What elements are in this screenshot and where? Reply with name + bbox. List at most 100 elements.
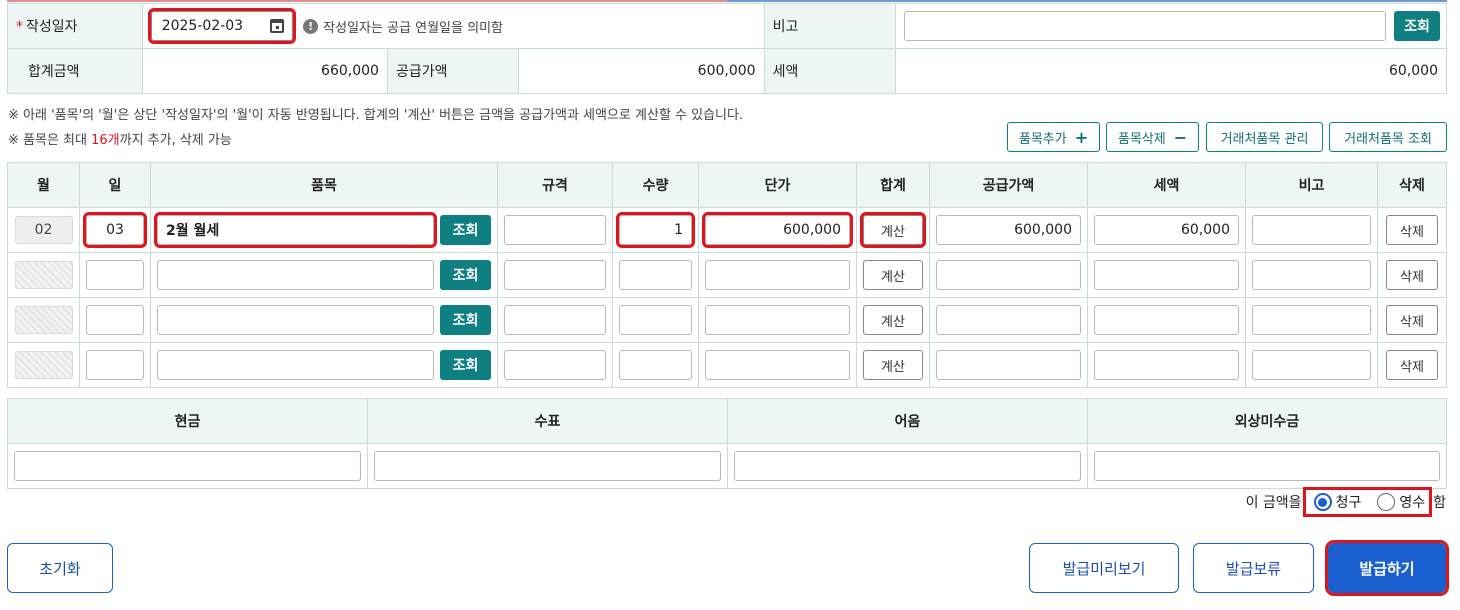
- issue-button[interactable]: 발급하기: [1325, 540, 1449, 596]
- top-rule-right: [727, 0, 1447, 2]
- check-cell: [367, 443, 728, 489]
- info-icon: !: [303, 19, 319, 34]
- calc-cell: 계산: [856, 342, 930, 388]
- note-input[interactable]: [734, 451, 1081, 481]
- calc-cell: 계산: [856, 252, 930, 298]
- item-lookup-button[interactable]: 조회: [440, 305, 491, 335]
- supply-input[interactable]: [936, 350, 1081, 380]
- header-info-table: * 작성일자 2025-02-03 ! 작성일자는 공급 연월일을 의미함 비고 조…: [7, 3, 1447, 94]
- plus-icon: +: [1074, 127, 1089, 147]
- preview-button[interactable]: 발급미리보기: [1029, 543, 1179, 593]
- delete-cell: 삭제: [1377, 297, 1447, 343]
- qty-cell: [612, 342, 699, 388]
- remark-value-cell: 조회: [895, 3, 1447, 49]
- tax-input[interactable]: [1094, 350, 1239, 380]
- tax-input[interactable]: 60,000: [1094, 215, 1239, 245]
- col-receivable: 외상미수금: [1087, 398, 1447, 444]
- spec-input[interactable]: [504, 260, 606, 290]
- remark-input[interactable]: [904, 11, 1386, 41]
- spec-cell: [497, 207, 613, 253]
- claim-radio[interactable]: [1313, 493, 1332, 511]
- calc-cell: 계산: [856, 207, 930, 253]
- spec-cell: [497, 342, 613, 388]
- cash-cell: [7, 443, 368, 489]
- calc-button[interactable]: 계산: [863, 305, 923, 335]
- note-line-2-pre: ※ 품목은 최대: [8, 133, 92, 148]
- unit-price-cell: [698, 297, 857, 343]
- date-input[interactable]: 2025-02-03: [147, 8, 296, 44]
- month-value: [14, 306, 73, 334]
- remark-row-input[interactable]: [1252, 215, 1371, 245]
- remark-row-input[interactable]: [1252, 350, 1371, 380]
- add-item-button[interactable]: 품목추가 +: [1007, 122, 1100, 152]
- item-lookup-button[interactable]: 조회: [440, 260, 491, 290]
- item-lookup-button[interactable]: 조회: [440, 350, 491, 380]
- day-input[interactable]: 03: [83, 212, 147, 248]
- note-line-2-post: 까지 추가, 삭제 가능: [119, 133, 232, 148]
- item-cell: 조회: [150, 252, 498, 298]
- supply-input[interactable]: [936, 305, 1081, 335]
- item-input[interactable]: [157, 305, 434, 335]
- calc-button[interactable]: 계산: [863, 260, 923, 290]
- qty-input[interactable]: 1: [616, 212, 695, 248]
- month-value: 02: [14, 216, 73, 244]
- day-input[interactable]: [86, 305, 144, 335]
- remark-lookup-button[interactable]: 조회: [1394, 11, 1440, 41]
- remark-row-input[interactable]: [1252, 305, 1371, 335]
- item-input[interactable]: [157, 260, 434, 290]
- month-cell: 02: [7, 207, 80, 253]
- spec-input[interactable]: [504, 350, 606, 380]
- delete-row-button[interactable]: 삭제: [1386, 260, 1438, 290]
- unit-price-input[interactable]: [705, 305, 850, 335]
- month-value: [14, 351, 73, 379]
- calc-button[interactable]: 계산: [863, 350, 923, 380]
- qty-input[interactable]: [619, 305, 692, 335]
- qty-cell: 1: [612, 207, 699, 253]
- spec-input[interactable]: [504, 215, 606, 245]
- receipt-radio[interactable]: [1377, 493, 1396, 511]
- tax-label: 세액: [772, 64, 799, 80]
- remark-row-input[interactable]: [1252, 260, 1371, 290]
- day-input[interactable]: [86, 260, 144, 290]
- col-item: 품목: [150, 162, 498, 208]
- item-lookup-button[interactable]: 조회: [440, 215, 491, 245]
- remark-label: 비고: [772, 19, 799, 35]
- tax-input[interactable]: [1094, 260, 1239, 290]
- amount-type-suffix: 함: [1433, 495, 1446, 511]
- delete-item-button[interactable]: 품목삭제 −: [1106, 122, 1199, 152]
- tax-input[interactable]: [1094, 305, 1239, 335]
- receipt-label[interactable]: 영수: [1399, 492, 1425, 512]
- cash-input[interactable]: [14, 451, 361, 481]
- date-value-cell: 2025-02-03 ! 작성일자는 공급 연월일을 의미함: [141, 3, 765, 49]
- item-input[interactable]: 2월 월세: [154, 212, 437, 248]
- supply-cell: [929, 297, 1088, 343]
- delete-row-button[interactable]: 삭제: [1386, 305, 1438, 335]
- spec-input[interactable]: [504, 305, 606, 335]
- supply-input[interactable]: [936, 260, 1081, 290]
- delete-row-button[interactable]: 삭제: [1386, 350, 1438, 380]
- supply-input[interactable]: 600,000: [936, 215, 1081, 245]
- spec-cell: [497, 297, 613, 343]
- check-input[interactable]: [374, 451, 721, 481]
- month-value: [14, 261, 73, 289]
- calendar-icon[interactable]: [269, 19, 284, 33]
- qty-input[interactable]: [619, 350, 692, 380]
- qty-input[interactable]: [619, 260, 692, 290]
- remark-cell: [1245, 297, 1378, 343]
- receivable-input[interactable]: [1094, 451, 1440, 481]
- unit-price-input[interactable]: [705, 350, 850, 380]
- amount-type-row: 이 금액을 청구 영수 함: [1246, 487, 1446, 517]
- reset-button[interactable]: 초기화: [7, 543, 113, 593]
- hold-button[interactable]: 발급보류: [1193, 543, 1314, 593]
- col-check: 수표: [367, 398, 728, 444]
- delete-row-button[interactable]: 삭제: [1386, 215, 1438, 245]
- unit-price-input[interactable]: [705, 260, 850, 290]
- day-input[interactable]: [86, 350, 144, 380]
- manage-partner-items-button[interactable]: 거래처품목 관리: [1206, 122, 1323, 152]
- item-input[interactable]: [157, 350, 434, 380]
- lookup-partner-items-button[interactable]: 거래처품목 조회: [1329, 122, 1447, 152]
- unit-price-input[interactable]: 600,000: [702, 212, 853, 248]
- calc-button[interactable]: 계산: [860, 212, 926, 248]
- minus-icon: −: [1173, 127, 1188, 147]
- claim-label[interactable]: 청구: [1336, 492, 1362, 512]
